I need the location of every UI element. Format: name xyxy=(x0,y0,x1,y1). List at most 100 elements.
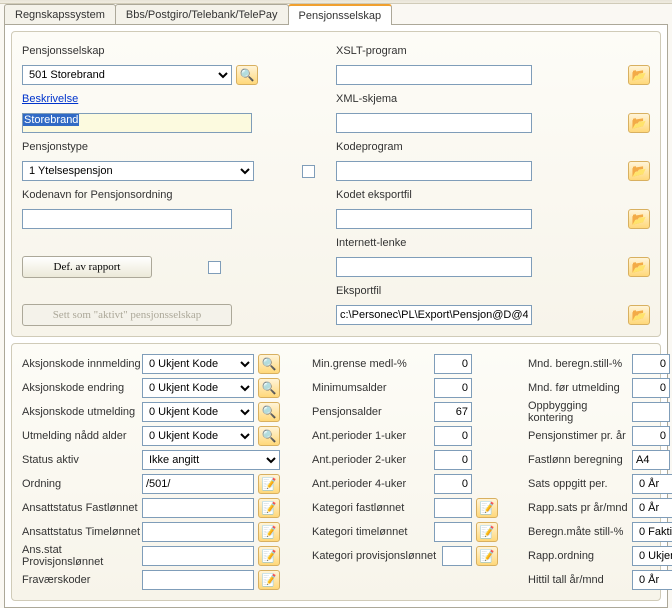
main-panel: Pensjonsselskap 501 Storebrand 🔍 Beskriv… xyxy=(4,24,668,608)
label-aksj-ut: Aksjonskode utmelding xyxy=(22,406,142,418)
input-min-alder[interactable] xyxy=(434,378,472,398)
search-icon[interactable]: 🔍 xyxy=(258,402,280,422)
edit-icon[interactable]: 📝 xyxy=(476,498,498,518)
select-sats[interactable]: 0 År xyxy=(632,474,672,494)
input-kodetfil[interactable] xyxy=(336,209,532,229)
label-pensjonsselskap: Pensjonsselskap xyxy=(22,45,177,57)
folder-icon[interactable]: 📂 xyxy=(628,209,650,229)
input-ant4[interactable] xyxy=(434,474,472,494)
input-ant1[interactable] xyxy=(434,426,472,446)
folder-icon[interactable]: 📂 xyxy=(628,65,650,85)
input-internett[interactable] xyxy=(336,257,532,277)
label-internett: Internett-lenke xyxy=(336,237,406,249)
select-aksj-ut[interactable]: 0 Ukjent Kode xyxy=(142,402,254,422)
input-ordning[interactable] xyxy=(142,474,254,494)
edit-icon[interactable]: 📝 xyxy=(258,570,280,590)
input-eksportfil[interactable] xyxy=(336,305,532,325)
button-def-rapport[interactable]: Def. av rapport xyxy=(22,256,152,278)
search-icon[interactable]: 🔍 xyxy=(258,378,280,398)
label-fastlonn: Fastlønn beregning xyxy=(528,454,632,466)
input-ant2[interactable] xyxy=(434,450,472,470)
label-ans-time: Ansattstatus Timelønnet xyxy=(22,526,142,538)
input-kodenavn[interactable] xyxy=(22,209,232,229)
select-status[interactable]: Ikke angitt xyxy=(142,450,280,470)
input-kat-prov[interactable] xyxy=(442,546,472,566)
select-pensjonsselskap[interactable]: 501 Storebrand xyxy=(22,65,232,85)
tab-bbs[interactable]: Bbs/Postgiro/Telebank/TelePay xyxy=(115,4,289,25)
input-mnd-for[interactable] xyxy=(632,378,670,398)
edit-icon[interactable]: 📝 xyxy=(258,546,280,566)
input-ans-fast[interactable] xyxy=(142,498,254,518)
label-hittil: Hittil tall år/mnd xyxy=(528,574,632,586)
label-ordning: Ordning xyxy=(22,478,142,490)
input-xmlskjema[interactable] xyxy=(336,113,532,133)
label-ans-prov: Ans.stat Provisjonslønnet xyxy=(22,544,142,568)
input-mnd-still[interactable] xyxy=(632,354,670,374)
label-eksportfil: Eksportfil xyxy=(336,285,381,297)
input-ans-prov[interactable] xyxy=(142,546,254,566)
edit-icon[interactable]: 📝 xyxy=(258,474,280,494)
folder-icon[interactable]: 📂 xyxy=(628,113,650,133)
input-fastlonn[interactable] xyxy=(632,450,670,470)
input-kodeprogram[interactable] xyxy=(336,161,532,181)
search-icon[interactable]: 🔍 xyxy=(236,65,258,85)
label-beskrivelse[interactable]: Beskrivelse xyxy=(22,93,177,105)
label-kat-prov: Kategori provisjonslønnet xyxy=(312,550,442,562)
label-ant1: Ant.perioder 1-uker xyxy=(312,430,434,442)
label-aksj-end: Aksjonskode endring xyxy=(22,382,142,394)
search-icon[interactable]: 🔍 xyxy=(258,354,280,374)
select-aksj-inn[interactable]: 0 Ukjent Kode xyxy=(142,354,254,374)
label-pensjonstype: Pensjonstype xyxy=(22,141,177,153)
select-hittil[interactable]: 0 År xyxy=(632,570,672,590)
select-rappordning[interactable]: 0 Ukjent xyxy=(632,546,672,566)
input-pensjonstimer[interactable] xyxy=(632,426,670,446)
edit-icon[interactable]: 📝 xyxy=(476,522,498,542)
select-pensjonstype[interactable]: 1 Ytelsespensjon xyxy=(22,161,254,181)
tab-regnskapssystem[interactable]: Regnskapssystem xyxy=(4,4,116,25)
tab-pensjonsselskap[interactable]: Pensjonsselskap xyxy=(288,4,393,25)
label-rappsats: Rapp.sats pr år/mnd xyxy=(528,502,632,514)
label-oppbygg: Oppbygging kontering xyxy=(528,400,632,424)
label-sats: Sats oppgitt per. xyxy=(528,478,632,490)
input-kat-time[interactable] xyxy=(434,522,472,542)
input-xslt[interactable] xyxy=(336,65,532,85)
folder-icon[interactable]: 📂 xyxy=(628,305,650,325)
input-pensj-alder[interactable] xyxy=(434,402,472,422)
select-utmelding-alder[interactable]: 0 Ukjent Kode xyxy=(142,426,254,446)
button-sett-aktivt: Sett som "aktivt" pensjonsselskap xyxy=(22,304,232,326)
label-min-medl: Min.grense medl-% xyxy=(312,358,434,370)
checkbox-pensjonstype[interactable] xyxy=(302,165,315,178)
label-rappordning: Rapp.ordning xyxy=(528,550,632,562)
select-rappsats[interactable]: 0 År xyxy=(632,498,672,518)
label-pensjonstimer: Pensjonstimer pr. år xyxy=(528,430,632,442)
label-kodetfil: Kodet eksportfil xyxy=(336,189,412,201)
label-min-alder: Minimumsalder xyxy=(312,382,434,394)
input-kat-fast[interactable] xyxy=(434,498,472,518)
tab-bar: Regnskapssystem Bbs/Postgiro/Telebank/Te… xyxy=(0,4,672,25)
folder-icon[interactable]: 📂 xyxy=(628,161,650,181)
checkbox-rapport[interactable] xyxy=(208,261,221,274)
label-mnd-still: Mnd. beregn.still-% xyxy=(528,358,632,370)
lower-group: Aksjonskode innmelding 0 Ukjent Kode 🔍 A… xyxy=(11,343,661,601)
label-ans-fast: Ansattstatus Fastlønnet xyxy=(22,502,142,514)
label-status: Status aktiv xyxy=(22,454,142,466)
label-kodeprogram: Kodeprogram xyxy=(336,141,403,153)
select-beregnmate[interactable]: 0 Faktisk xyxy=(632,522,672,542)
edit-icon[interactable]: 📝 xyxy=(258,498,280,518)
input-ans-time[interactable] xyxy=(142,522,254,542)
label-mnd-for: Mnd. før utmelding xyxy=(528,382,632,394)
label-xmlskjema: XML-skjema xyxy=(336,93,397,105)
edit-icon[interactable]: 📝 xyxy=(476,546,498,566)
label-ant4: Ant.perioder 4-uker xyxy=(312,478,434,490)
folder-icon[interactable]: 📂 xyxy=(628,257,650,277)
input-min-medl[interactable] xyxy=(434,354,472,374)
edit-icon[interactable]: 📝 xyxy=(258,522,280,542)
label-ant2: Ant.perioder 2-uker xyxy=(312,454,434,466)
input-beskrivelse[interactable]: Storebrand xyxy=(22,113,252,133)
search-icon[interactable]: 🔍 xyxy=(258,426,280,446)
input-fravaer[interactable] xyxy=(142,570,254,590)
upper-group: Pensjonsselskap 501 Storebrand 🔍 Beskriv… xyxy=(11,31,661,337)
input-oppbygg[interactable] xyxy=(632,402,670,422)
label-kodenavn: Kodenavn for Pensjonsordning xyxy=(22,189,222,201)
select-aksj-end[interactable]: 0 Ukjent Kode xyxy=(142,378,254,398)
